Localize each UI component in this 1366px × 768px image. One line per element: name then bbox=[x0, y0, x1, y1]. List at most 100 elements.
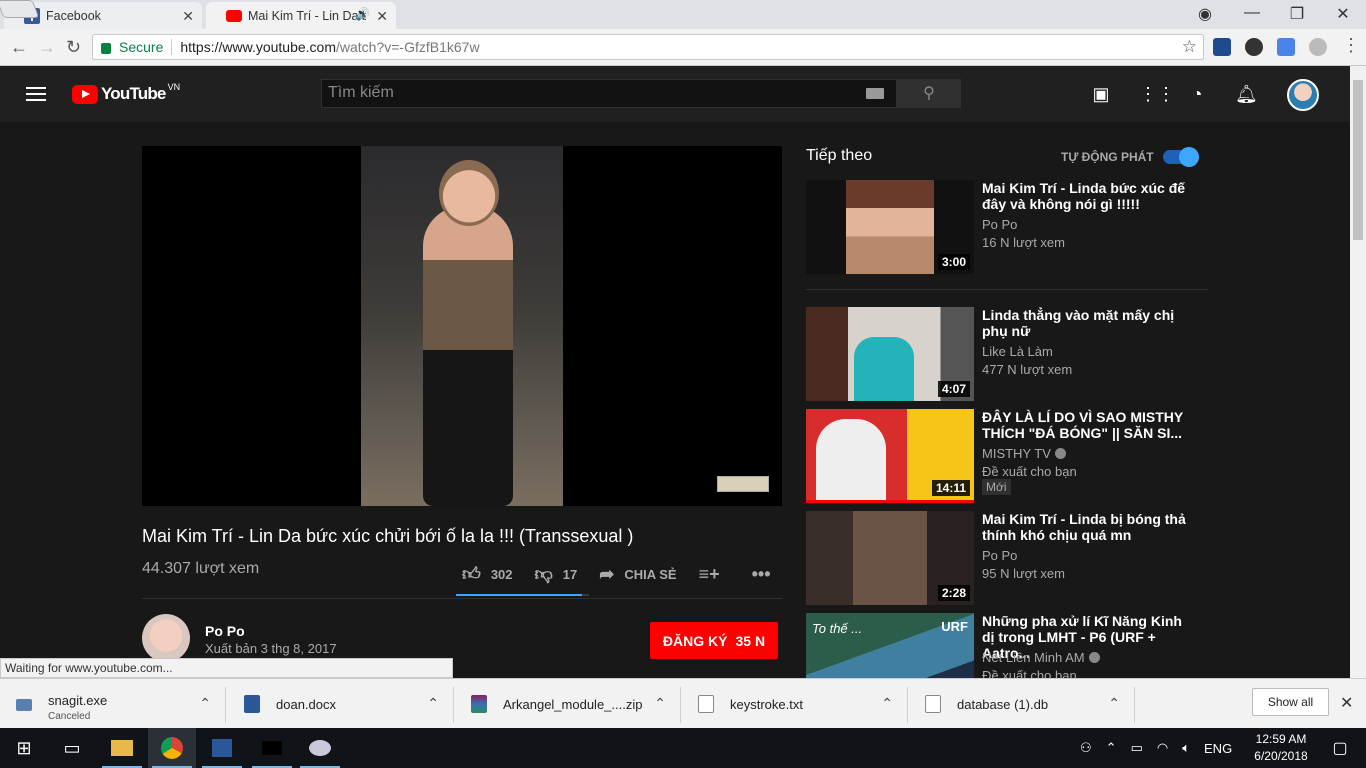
chevron-up-icon[interactable]: ⌃ bbox=[654, 695, 666, 712]
recommended-video[interactable]: 4:07 Linda thẳng vào mặt mấy chị phụ nữ … bbox=[806, 307, 1216, 401]
menu-icon[interactable]: ⋮ bbox=[1342, 35, 1360, 56]
language-indicator[interactable]: ENG bbox=[1204, 741, 1232, 756]
download-item[interactable]: keystroke.txt ⌃ bbox=[682, 687, 908, 723]
video-title[interactable]: ĐÂY LÀ LÍ DO VÌ SAO MISTHY THÍCH "ĐÁ BÓN… bbox=[982, 409, 1192, 441]
download-item[interactable]: doan.docx ⌃ bbox=[228, 687, 454, 723]
exe-file-icon bbox=[16, 699, 32, 711]
youtube-logo[interactable]: YouTube VN bbox=[72, 82, 180, 104]
wifi-icon[interactable]: ◠ bbox=[1157, 740, 1168, 756]
minimize-button[interactable]: — bbox=[1237, 4, 1267, 22]
channel-avatar[interactable] bbox=[142, 614, 190, 662]
apps-grid-icon[interactable]: ⋮⋮ bbox=[1139, 84, 1175, 104]
up-next-heading: Tiếp theo bbox=[806, 147, 873, 164]
translate-icon[interactable] bbox=[1277, 38, 1295, 56]
youtube-header: YouTube VN Tìm kiếm ⚲ ▣ ⋮⋮ ◔ 🔔︎ bbox=[0, 66, 1350, 122]
autoplay-toggle[interactable] bbox=[1163, 147, 1199, 167]
upload-video-icon[interactable]: ▣ bbox=[1091, 84, 1111, 104]
subscribe-button[interactable]: ĐĂNG KÝ 35 N bbox=[650, 622, 778, 659]
video-thumbnail[interactable]: To thế ... URF bbox=[806, 613, 974, 678]
video-thumbnail[interactable]: 14:11 bbox=[806, 409, 974, 503]
channel-name-row: Net Liên Minh AM bbox=[982, 650, 1100, 665]
chevron-up-icon[interactable]: ⌃ bbox=[1108, 695, 1120, 712]
view-count: 44.307 lượt xem bbox=[142, 560, 260, 577]
chevron-up-icon[interactable]: ⌃ bbox=[199, 695, 211, 712]
reload-button[interactable]: ↻ bbox=[66, 37, 81, 58]
video-player[interactable] bbox=[142, 146, 782, 506]
windows-start-icon[interactable]: ⊞ bbox=[0, 728, 48, 768]
clock-time: 12:59 AM bbox=[1255, 732, 1307, 746]
extension-icon[interactable] bbox=[1309, 38, 1327, 56]
people-icon[interactable]: ⚇ bbox=[1080, 740, 1092, 756]
paint-app-icon[interactable] bbox=[296, 728, 344, 768]
video-frame bbox=[361, 146, 563, 506]
download-name: keystroke.txt bbox=[730, 697, 803, 712]
address-bar[interactable]: Secure https://www.youtube.com/watch?v=-… bbox=[92, 34, 1204, 60]
keyboard-icon[interactable] bbox=[866, 88, 884, 99]
tab-youtube[interactable]: Mai Kim Trí - Lin Da b 🔊 ✕ bbox=[206, 2, 396, 29]
recommended-video[interactable]: 3:00 Mai Kim Trí - Linda bức xúc đế đây … bbox=[806, 180, 1216, 274]
clock[interactable]: 12:59 AM 6/20/2018 bbox=[1248, 731, 1314, 765]
show-all-downloads-button[interactable]: Show all bbox=[1252, 688, 1329, 716]
volume-icon[interactable]: 🔈︎ bbox=[1182, 740, 1190, 756]
extension-icon[interactable] bbox=[1245, 38, 1263, 56]
new-tab-button[interactable] bbox=[0, 0, 40, 18]
battery-icon[interactable]: ▭ bbox=[1131, 740, 1143, 756]
download-item[interactable]: snagit.exe Canceled ⌃ bbox=[0, 687, 226, 723]
messages-icon[interactable]: ◔ bbox=[1187, 84, 1207, 104]
video-thumbnail[interactable]: 2:28 bbox=[806, 511, 974, 605]
search-button[interactable]: ⚲ bbox=[897, 79, 961, 108]
forward-button[interactable]: → bbox=[38, 37, 56, 58]
clock-date: 6/20/2018 bbox=[1254, 749, 1308, 763]
close-icon[interactable]: ✕ bbox=[1340, 693, 1353, 713]
video-thumbnail[interactable]: 3:00 bbox=[806, 180, 974, 274]
file-explorer-icon[interactable] bbox=[98, 728, 146, 768]
video-title[interactable]: Mai Kim Trí - Linda bức xúc đế đây và kh… bbox=[982, 180, 1192, 212]
bookmark-star-icon[interactable]: ☆ bbox=[1182, 37, 1197, 57]
close-icon[interactable]: ✕ bbox=[376, 8, 388, 25]
task-view-icon[interactable]: ▭ bbox=[48, 728, 96, 768]
page-scrollbar[interactable] bbox=[1350, 66, 1366, 678]
chevron-up-icon[interactable]: ⌃ bbox=[427, 695, 439, 712]
video-title[interactable]: Mai Kim Trí - Linda bị bóng thả thính kh… bbox=[982, 511, 1192, 543]
recommended-video[interactable]: 2:28 Mai Kim Trí - Linda bị bóng thả thí… bbox=[806, 511, 1216, 605]
chevron-up-icon[interactable]: ⌃ bbox=[1106, 740, 1117, 756]
more-actions-button[interactable]: ••• bbox=[752, 564, 781, 585]
thumbs-up-icon: 👍︎ bbox=[462, 564, 481, 584]
download-item[interactable]: Arkangel_module_....zip ⌃ bbox=[455, 687, 681, 723]
word-icon[interactable] bbox=[198, 728, 246, 768]
account-avatar[interactable] bbox=[1287, 79, 1319, 111]
search-input[interactable]: Tìm kiếm bbox=[321, 79, 897, 108]
recommended-video[interactable]: 14:11 ĐÂY LÀ LÍ DO VÌ SAO MISTHY THÍCH "… bbox=[806, 409, 1216, 503]
close-window-button[interactable]: ✕ bbox=[1328, 4, 1358, 24]
notifications-icon[interactable]: ▢ bbox=[1316, 728, 1364, 768]
speaker-icon[interactable]: 🔊 bbox=[355, 7, 370, 21]
search-icon: ⚲ bbox=[923, 85, 935, 102]
terminal-icon[interactable] bbox=[248, 728, 296, 768]
video-title[interactable]: Linda thẳng vào mặt mấy chị phụ nữ bbox=[982, 307, 1192, 339]
subscribe-label: ĐĂNG KÝ bbox=[662, 632, 728, 649]
video-actions: 👍︎ 302 👎︎ 17 ➦ CHIA SẺ ≡+ ••• bbox=[462, 562, 803, 586]
system-tray: ⚇ ⌃ ▭ ◠ 🔈︎ ENG bbox=[1080, 728, 1246, 768]
notifications-bell-icon[interactable]: 🔔︎ bbox=[1235, 84, 1258, 104]
dislike-button[interactable]: 👎︎ 17 bbox=[535, 563, 578, 585]
scrollbar-thumb[interactable] bbox=[1353, 80, 1363, 240]
more-horizontal-icon: ••• bbox=[751, 563, 771, 584]
video-thumbnail[interactable]: 4:07 bbox=[806, 307, 974, 401]
sentiment-bar-fill bbox=[456, 594, 582, 596]
like-button[interactable]: 👍︎ 302 bbox=[462, 563, 513, 585]
chevron-up-icon[interactable]: ⌃ bbox=[881, 695, 893, 712]
extension-icon[interactable] bbox=[1213, 38, 1231, 56]
download-item[interactable]: database (1).db ⌃ bbox=[909, 687, 1135, 723]
chrome-icon[interactable] bbox=[148, 728, 196, 768]
maximize-button[interactable]: ❐ bbox=[1282, 4, 1312, 24]
recommended-video[interactable]: To thế ... URF Những pha xử lí Kĩ Năng K… bbox=[806, 613, 1216, 678]
profile-icon[interactable]: ◉ bbox=[1190, 4, 1220, 24]
close-icon[interactable]: ✕ bbox=[182, 8, 194, 25]
hamburger-menu-icon[interactable] bbox=[26, 87, 46, 101]
share-button[interactable]: ➦ CHIA SẺ bbox=[599, 564, 676, 585]
channel-name[interactable]: Po Po bbox=[205, 623, 245, 639]
subscriber-count: 35 N bbox=[735, 632, 766, 649]
recommendation-label: Đề xuất cho bạn bbox=[982, 464, 1077, 479]
add-to-playlist-button[interactable]: ≡+ bbox=[699, 564, 730, 585]
back-button[interactable]: ← bbox=[10, 37, 28, 58]
